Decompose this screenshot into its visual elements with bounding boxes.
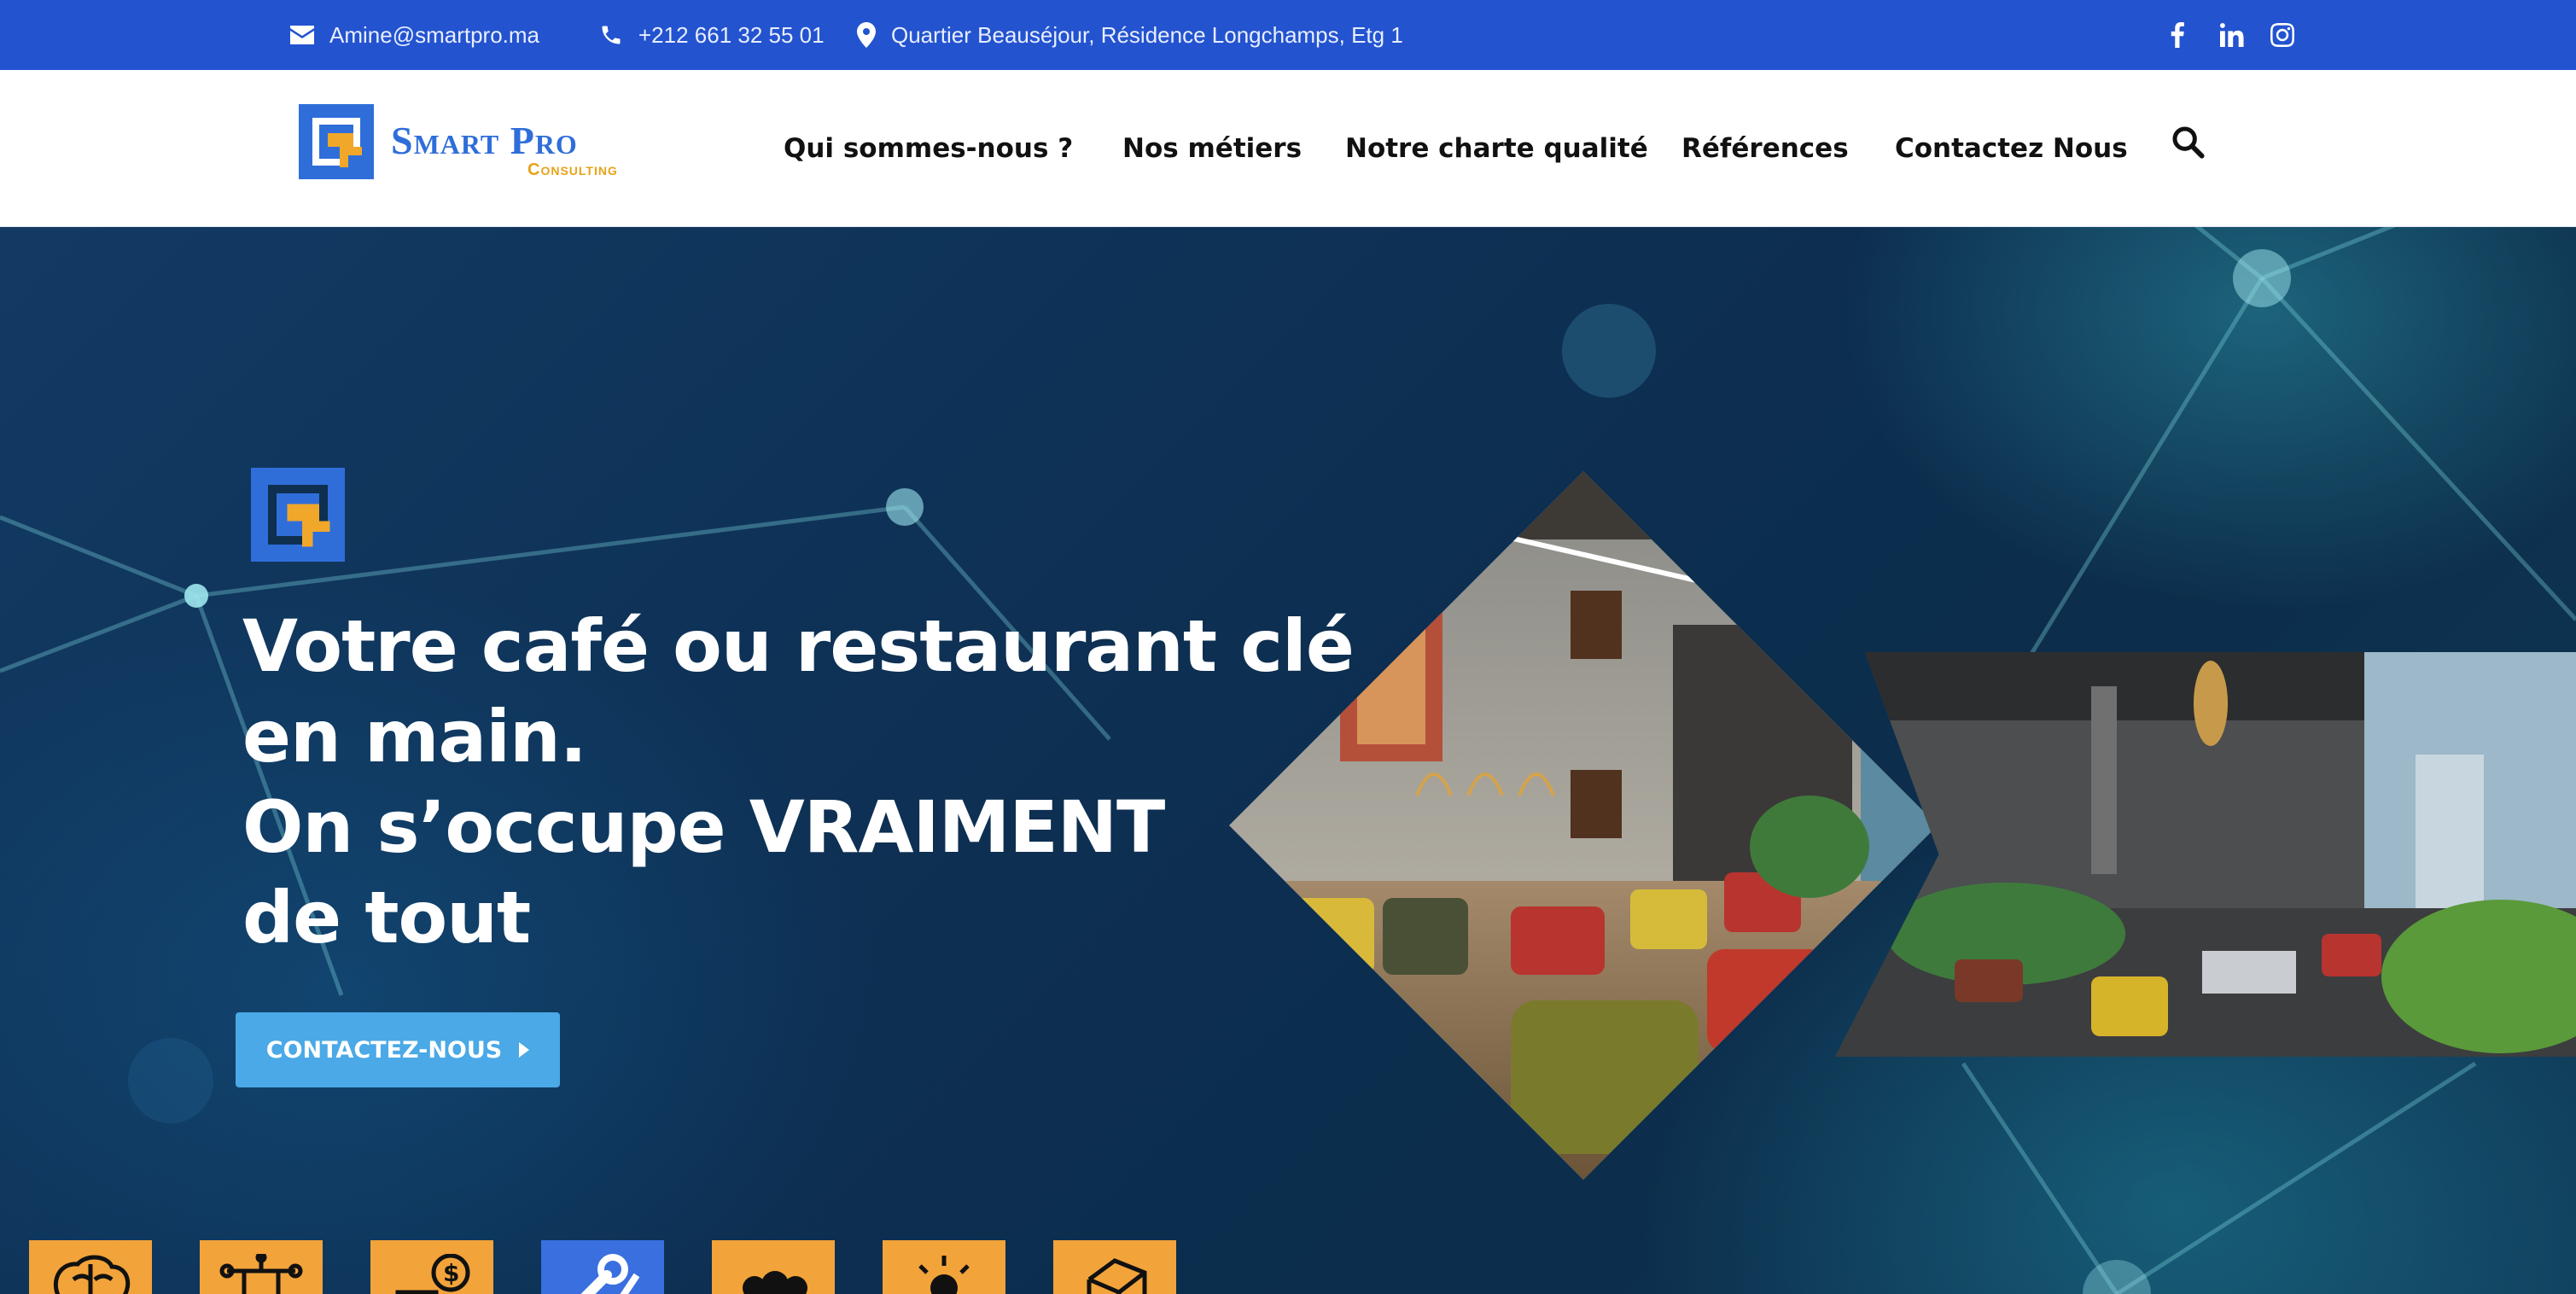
circuit-icon (219, 1254, 303, 1294)
phone-icon (602, 26, 621, 44)
idea-icon (918, 1256, 970, 1294)
logo-name: Smart Pro (391, 119, 578, 162)
top-contact-bar: Amine@smartpro.ma +212 661 32 55 01 Quar… (0, 0, 2576, 70)
restaurant-terrace-image (1835, 652, 2576, 1057)
email-text: Amine@smartpro.ma (329, 21, 540, 48)
contact-email[interactable]: Amine@smartpro.ma (290, 0, 539, 70)
nav-item-contactez-nous[interactable]: Contactez Nous (1895, 70, 2128, 227)
feature-tile-brain[interactable] (29, 1240, 152, 1294)
box-icon (1087, 1258, 1147, 1294)
feature-tile-box[interactable] (1053, 1240, 1176, 1294)
location-pin-icon (857, 22, 876, 48)
caret-right-icon (519, 1042, 530, 1058)
money-icon: $ (395, 1254, 470, 1294)
phone-text: +212 661 32 55 01 (638, 21, 825, 48)
contact-cta-button[interactable]: CONTACTEZ-NOUS (236, 1012, 560, 1087)
facebook-icon[interactable] (2168, 22, 2187, 48)
hero-logo-icon (251, 468, 345, 562)
envelope-icon (290, 26, 314, 44)
contact-phone[interactable]: +212 661 32 55 01 (599, 0, 825, 70)
restaurant-photo-band (1835, 652, 2576, 1057)
social-links (2168, 0, 2294, 70)
hero-title: Votre café ou restaurant clé en main. On… (242, 601, 1403, 963)
nav-item-charte-qualite[interactable]: Notre charte qualité (1345, 70, 1648, 227)
nav-item-qui-sommes-nous[interactable]: Qui sommes-nous ? (784, 70, 1073, 227)
nav-item-references[interactable]: Références (1681, 70, 1849, 227)
hero-title-line: en main. (242, 695, 587, 778)
feature-tile-money[interactable]: $ (370, 1240, 493, 1294)
team-icon (743, 1271, 807, 1294)
svg-text:$: $ (443, 1259, 459, 1287)
instagram-icon[interactable] (2270, 23, 2294, 47)
hero-title-line: de tout (242, 876, 531, 959)
feature-tile-tools[interactable] (541, 1240, 664, 1294)
site-logo[interactable]: Smart Pro Consulting (299, 102, 674, 186)
feature-tile-idea[interactable] (883, 1240, 1005, 1294)
feature-tile-circuit[interactable] (200, 1240, 323, 1294)
feature-tile-team[interactable] (712, 1240, 835, 1294)
contact-address[interactable]: Quartier Beauséjour, Résidence Longchamp… (857, 0, 1403, 70)
logo-mark-icon (299, 104, 374, 179)
address-text: Quartier Beauséjour, Résidence Longchamp… (891, 21, 1403, 48)
cta-label: CONTACTEZ-NOUS (265, 1036, 503, 1064)
tools-icon (580, 1254, 640, 1294)
hero-title-line: On s’occupe VRAIMENT (242, 785, 1165, 869)
site-header: Smart Pro Consulting Qui sommes-nous ? N… (0, 70, 2576, 227)
linkedin-icon[interactable] (2219, 23, 2245, 47)
search-icon[interactable] (2171, 125, 2205, 159)
logo-subtitle: Consulting (527, 160, 618, 179)
nav-item-nos-metiers[interactable]: Nos métiers (1122, 70, 1302, 227)
brain-icon (53, 1255, 131, 1294)
hero-title-line: Votre café ou restaurant clé (242, 604, 1355, 688)
hero-section: Votre café ou restaurant clé en main. On… (0, 227, 2576, 1294)
